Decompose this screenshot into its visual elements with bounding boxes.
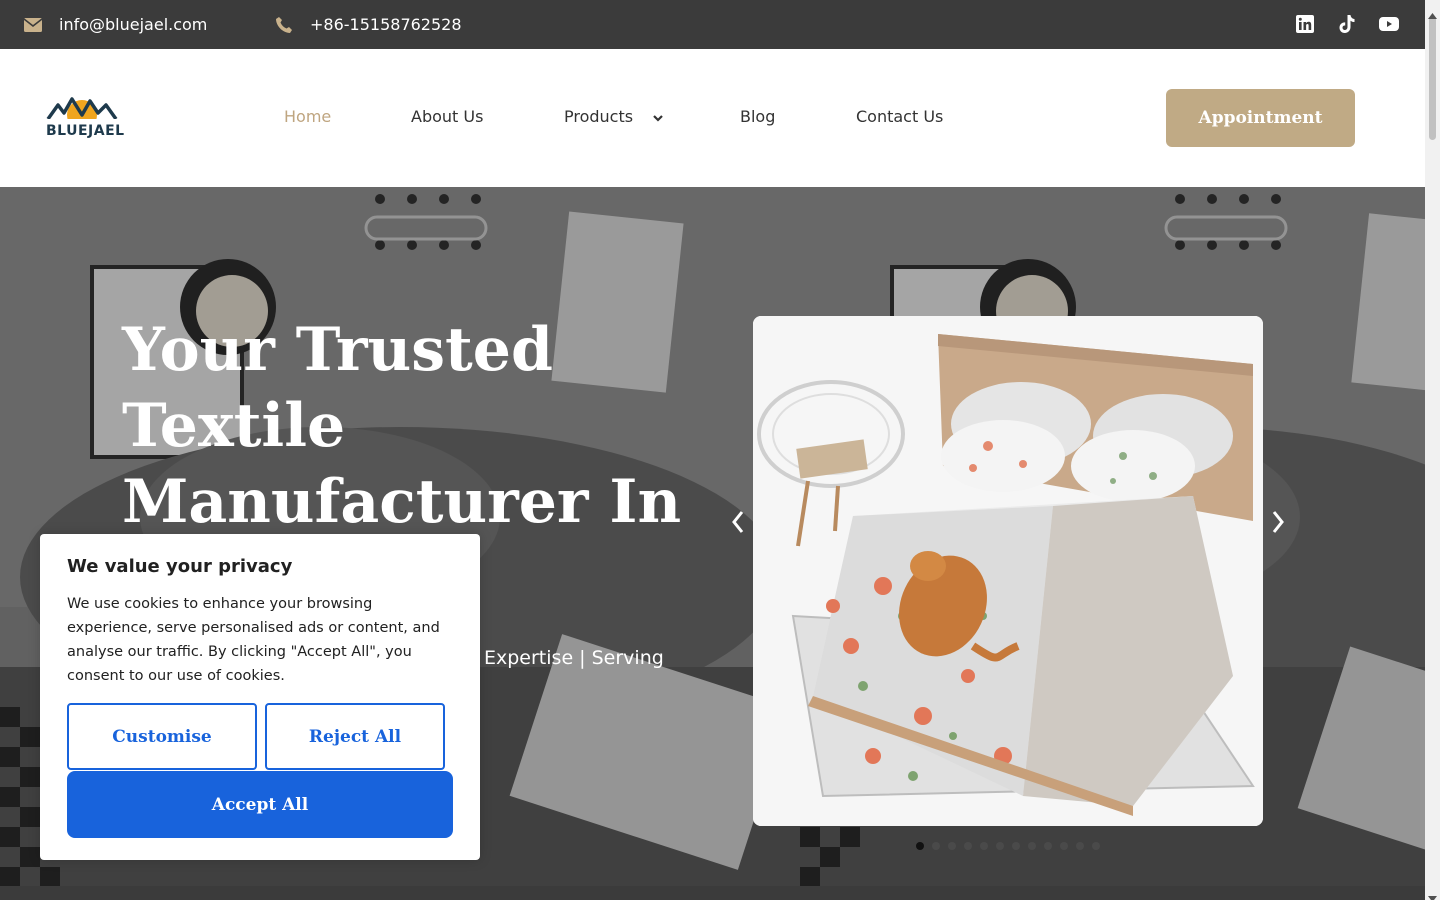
nav-products[interactable]: Products xyxy=(564,107,664,127)
envelope-icon xyxy=(23,15,43,35)
nav-products-label: Products xyxy=(564,107,634,126)
cookie-description: We use cookies to enhance your browsing … xyxy=(67,596,440,684)
linkedin-icon[interactable] xyxy=(1295,14,1315,34)
carousel-dot[interactable] xyxy=(1060,842,1068,850)
email-text[interactable]: info@bluejael.com xyxy=(59,15,207,34)
cookie-title: We value your privacy xyxy=(67,556,293,577)
site-header: BLUEJAEL Home About Us Products Blog Con… xyxy=(0,49,1425,187)
carousel-dot[interactable] xyxy=(1076,842,1084,850)
carousel-prev-arrow[interactable] xyxy=(726,507,750,537)
nav-home[interactable]: Home xyxy=(284,107,331,126)
carousel-dot[interactable] xyxy=(996,842,1004,850)
hero-title: Your Trusted Textile Manufacturer In xyxy=(122,312,682,540)
phone-icon xyxy=(274,15,294,35)
carousel-next-arrow[interactable] xyxy=(1266,507,1290,537)
chevron-down-icon xyxy=(652,108,664,127)
phone-text[interactable]: +86-15158762528 xyxy=(310,15,462,34)
nav-contact-us[interactable]: Contact Us xyxy=(856,107,943,126)
scrollbar-thumb[interactable] xyxy=(1429,16,1436,140)
hero-title-line-1: Your Trusted xyxy=(122,315,553,385)
phone-contact[interactable]: +86-15158762528 xyxy=(274,0,462,49)
logo-text: BLUEJAEL xyxy=(46,123,125,139)
top-bar: info@bluejael.com +86-15158762528 xyxy=(0,0,1425,49)
scroll-up-arrow-icon[interactable] xyxy=(1428,4,1437,19)
hero-title-line-3: Manufacturer In xyxy=(122,467,682,537)
carousel-dot[interactable] xyxy=(932,842,940,850)
carousel-dot[interactable] xyxy=(964,842,972,850)
email-contact[interactable]: info@bluejael.com xyxy=(23,0,207,49)
carousel-dot[interactable] xyxy=(1012,842,1020,850)
scroll-down-arrow-icon[interactable] xyxy=(1428,888,1437,900)
tiktok-icon[interactable] xyxy=(1337,14,1357,34)
product-slide-image[interactable] xyxy=(753,316,1263,826)
next-section-strip xyxy=(0,886,1425,900)
carousel-dot[interactable] xyxy=(948,842,956,850)
accept-all-button[interactable]: Accept All xyxy=(67,771,453,838)
customise-button[interactable]: Customise xyxy=(67,703,257,770)
carousel-dot[interactable] xyxy=(1092,842,1100,850)
carousel-dot[interactable] xyxy=(1044,842,1052,850)
hero-title-line-2: Textile xyxy=(122,391,346,461)
carousel-dot[interactable] xyxy=(1028,842,1036,850)
appointment-button[interactable]: Appointment xyxy=(1166,89,1355,147)
youtube-icon[interactable] xyxy=(1379,14,1399,34)
carousel-dot[interactable] xyxy=(916,842,924,850)
carousel-pagination xyxy=(916,842,1100,850)
reject-all-button[interactable]: Reject All xyxy=(265,703,445,770)
cookie-consent-banner: We value your privacy We use cookies to … xyxy=(40,534,480,860)
nav-blog[interactable]: Blog xyxy=(740,107,775,126)
carousel-dot[interactable] xyxy=(980,842,988,850)
nav-about-us[interactable]: About Us xyxy=(411,107,483,126)
hero-subtitle: Expertise | Serving xyxy=(484,647,664,669)
